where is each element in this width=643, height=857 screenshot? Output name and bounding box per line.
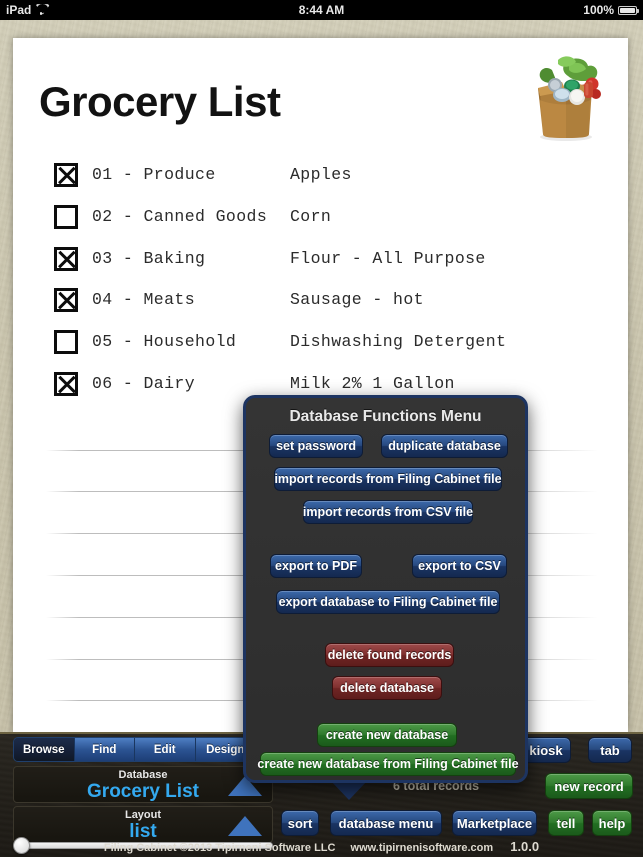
footer-copyright: Filing Cabinet ©2013 Tipirneni Software … xyxy=(103,842,336,854)
import-records-filing-cabinet-button[interactable]: import records from Filing Cabinet file xyxy=(274,467,502,491)
battery-icon xyxy=(618,5,639,15)
mode-segmented-control[interactable]: Browse Find Edit Design xyxy=(13,737,256,762)
row-item: Sausage - hot xyxy=(290,290,424,310)
popover-arrow-icon xyxy=(330,780,368,800)
table-row[interactable]: 04 - Meats Sausage - hot xyxy=(13,283,628,325)
grocery-bag-image xyxy=(538,56,601,141)
new-record-button[interactable]: new record xyxy=(545,773,633,799)
row-category: 02 - Canned Goods xyxy=(92,206,268,226)
export-to-csv-button[interactable]: export to CSV xyxy=(412,554,507,578)
duplicate-database-button[interactable]: duplicate database xyxy=(381,434,508,458)
layout-chevron-up-icon xyxy=(228,816,262,836)
import-records-csv-button[interactable]: import records from CSV file xyxy=(303,500,473,524)
create-new-database-filing-cabinet-button[interactable]: create new database from Filing Cabinet … xyxy=(257,752,519,776)
row-category: 06 - Dairy xyxy=(92,373,196,393)
row-item: Dishwashing Detergent xyxy=(290,332,507,352)
row-category: 04 - Meats xyxy=(92,290,196,310)
footer-version: 1.0.0 xyxy=(510,839,540,854)
row-checkbox[interactable] xyxy=(54,204,78,229)
export-to-pdf-button[interactable]: export to PDF xyxy=(270,554,362,578)
kiosk-button[interactable]: kiosk xyxy=(521,737,571,763)
modal-title: Database Functions Menu xyxy=(289,408,482,425)
row-item: Corn xyxy=(290,206,332,226)
delete-database-button[interactable]: delete database xyxy=(332,676,442,700)
status-bar: iPad 8:44 AM 100% xyxy=(0,0,643,20)
table-row[interactable]: 05 - Household Dishwashing Detergent xyxy=(13,325,628,367)
help-button[interactable]: help xyxy=(592,810,632,836)
tell-button[interactable]: tell xyxy=(548,810,584,836)
database-functions-menu: Database Functions Menu set password dup… xyxy=(243,395,528,783)
marketplace-button[interactable]: Marketplace xyxy=(452,810,537,836)
status-bar-right: 100% xyxy=(583,3,639,17)
row-item: Flour - All Purpose xyxy=(290,248,486,268)
tab-button[interactable]: tab xyxy=(588,737,632,763)
mode-tab-browse[interactable]: Browse xyxy=(14,738,75,761)
mode-tab-find[interactable]: Find xyxy=(74,738,135,761)
table-row[interactable]: 01 - Produce Apples xyxy=(13,158,628,200)
row-checkbox[interactable] xyxy=(54,371,78,396)
row-category: 05 - Household xyxy=(92,332,237,352)
footer: Filing Cabinet ©2013 Tipirneni Software … xyxy=(0,839,643,854)
row-checkbox[interactable] xyxy=(54,288,78,313)
row-checkbox[interactable] xyxy=(54,163,78,187)
status-bar-time: 8:44 AM xyxy=(298,3,345,17)
sort-button[interactable]: sort xyxy=(281,810,319,836)
delete-found-records-button[interactable]: delete found records xyxy=(325,643,454,667)
create-new-database-button[interactable]: create new database xyxy=(317,723,457,747)
export-database-filing-cabinet-button[interactable]: export database to Filing Cabinet file xyxy=(276,590,500,614)
page-title: Grocery List xyxy=(39,78,281,125)
set-password-button[interactable]: set password xyxy=(269,434,363,458)
database-selector[interactable]: Database Grocery List xyxy=(13,766,273,803)
battery-percent-label: 100% xyxy=(583,3,614,17)
row-category: 03 - Baking xyxy=(92,248,206,268)
footer-url: www.tipirnenisoftware.com xyxy=(350,842,494,854)
mode-tab-edit[interactable]: Edit xyxy=(135,738,196,761)
row-item: Apples xyxy=(290,165,352,184)
table-row[interactable]: 03 - Baking Flour - All Purpose xyxy=(13,242,628,284)
table-row[interactable]: 02 - Canned Goods Corn xyxy=(13,200,628,242)
row-item: Milk 2% 1 Gallon xyxy=(290,373,455,393)
database-menu-button[interactable]: database menu xyxy=(330,810,442,836)
row-checkbox[interactable] xyxy=(54,246,78,271)
row-category: 01 - Produce xyxy=(92,165,216,184)
row-checkbox[interactable] xyxy=(54,330,78,355)
